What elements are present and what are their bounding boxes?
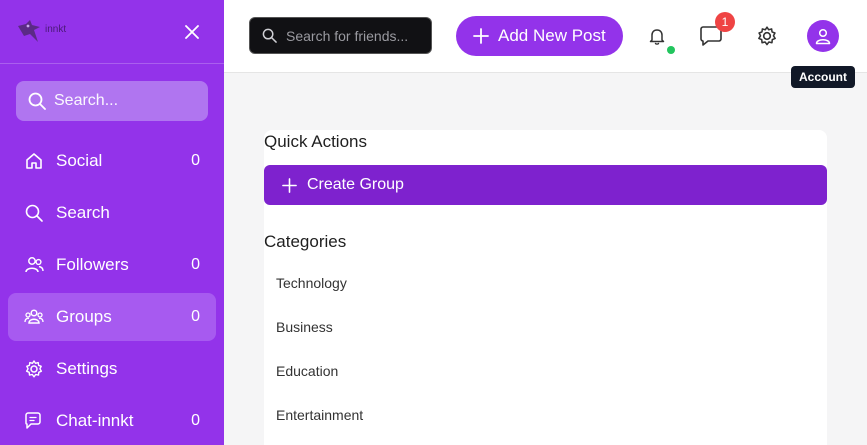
sidebar-nav: Social 0 Search Followers 0 Groups 0 Set… bbox=[8, 137, 216, 445]
sidebar-item-label: Social bbox=[56, 151, 103, 170]
sidebar-item-label: Followers bbox=[56, 255, 129, 274]
friends-search-box bbox=[249, 17, 432, 54]
logo: innkt bbox=[16, 18, 66, 44]
search-icon bbox=[262, 28, 277, 43]
logo-text: innkt bbox=[45, 23, 67, 35]
sidebar-item-label: Chat-innkt bbox=[56, 411, 134, 430]
sidebar-item-count: 0 bbox=[191, 152, 200, 169]
categories-title: Categories bbox=[264, 232, 347, 251]
sidebar-search-box bbox=[16, 81, 208, 121]
close-icon bbox=[185, 25, 199, 39]
quick-actions-title: Quick Actions bbox=[264, 132, 367, 151]
sidebar-item-count: 0 bbox=[191, 412, 200, 429]
logo-bird-icon bbox=[18, 20, 40, 42]
sidebar-item-search[interactable]: Search bbox=[8, 189, 216, 237]
notifications-button[interactable] bbox=[645, 24, 669, 48]
top-header: Add New Post 1 bbox=[224, 0, 867, 73]
sidebar-item-groups[interactable]: Groups 0 bbox=[8, 293, 216, 341]
sidebar-item-social[interactable]: Social 0 bbox=[8, 137, 216, 185]
create-group-label: Create Group bbox=[307, 176, 404, 193]
user-icon bbox=[815, 28, 831, 45]
close-sidebar-button[interactable] bbox=[182, 22, 202, 42]
sidebar-item-label: Settings bbox=[56, 359, 118, 378]
settings-button[interactable] bbox=[755, 24, 779, 48]
create-group-button[interactable]: Create Group bbox=[264, 165, 827, 205]
sidebar-item-label: Search bbox=[56, 203, 110, 222]
sidebar-item-followers[interactable]: Followers 0 bbox=[8, 241, 216, 289]
search-icon bbox=[28, 92, 46, 110]
sidebar: innkt Social 0 Search bbox=[0, 0, 224, 445]
sidebar-item-count: 0 bbox=[191, 308, 200, 325]
sidebar-search-input[interactable] bbox=[54, 92, 194, 110]
gear-icon bbox=[758, 26, 776, 46]
sidebar-item-settings[interactable]: Settings bbox=[8, 345, 216, 393]
plus-icon bbox=[473, 28, 489, 44]
chat-icon bbox=[24, 411, 44, 431]
plus-icon bbox=[282, 177, 297, 193]
account-button[interactable] bbox=[807, 20, 839, 52]
home-icon bbox=[24, 151, 44, 171]
sidebar-item-count: 0 bbox=[191, 256, 200, 273]
category-item-business[interactable]: Business bbox=[276, 319, 333, 335]
category-item-technology[interactable]: Technology bbox=[276, 275, 347, 291]
account-tooltip: Account bbox=[791, 66, 855, 88]
friends-search-input[interactable] bbox=[286, 27, 416, 44]
add-new-post-button[interactable]: Add New Post bbox=[456, 16, 623, 56]
sidebar-header: innkt bbox=[0, 0, 224, 64]
category-item-education[interactable]: Education bbox=[276, 363, 338, 379]
gear-icon bbox=[24, 359, 44, 379]
category-item-entertainment[interactable]: Entertainment bbox=[276, 407, 363, 423]
groups-icon bbox=[24, 307, 44, 327]
sidebar-item-chat[interactable]: Chat-innkt 0 bbox=[8, 397, 216, 445]
online-status-dot bbox=[667, 46, 675, 54]
bell-icon bbox=[649, 29, 665, 45]
users-icon bbox=[24, 255, 44, 275]
add-new-post-label: Add New Post bbox=[498, 26, 606, 45]
search-icon bbox=[24, 203, 44, 223]
messages-count-badge: 1 bbox=[715, 12, 735, 32]
sidebar-item-label: Groups bbox=[56, 307, 112, 326]
